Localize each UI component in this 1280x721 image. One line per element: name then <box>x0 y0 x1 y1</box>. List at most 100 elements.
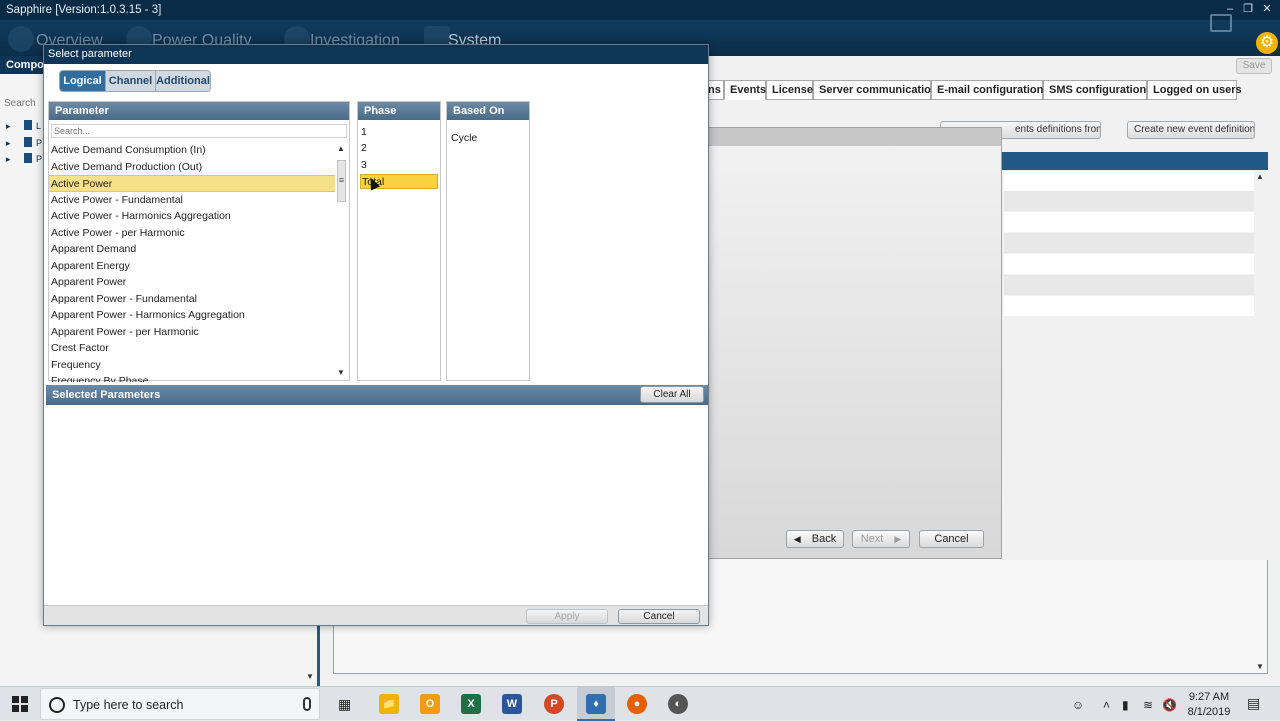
apply-button[interactable]: Apply <box>526 609 608 624</box>
word-icon[interactable]: W <box>502 694 522 714</box>
calendar-icon[interactable] <box>1210 14 1232 32</box>
tree-item[interactable]: P <box>36 138 42 148</box>
dialog-footer: Apply Cancel <box>44 605 708 625</box>
table-row[interactable] <box>1004 254 1254 274</box>
window-title: Sapphire [Version:1.0.3.15 - 3] <box>6 4 162 16</box>
windows-start-icon[interactable] <box>12 696 28 712</box>
sapphire-app-icon[interactable]: ♦ <box>586 694 606 714</box>
tab-events[interactable]: Events <box>724 80 766 100</box>
tree-expand-icon[interactable]: ▸ <box>6 138 11 149</box>
taskbar-search-box[interactable]: Type here to search <box>40 688 320 720</box>
list-item[interactable]: Apparent Energy <box>49 258 335 275</box>
tree-item[interactable]: P <box>36 154 42 164</box>
cancel-button[interactable]: Cancel <box>919 530 984 548</box>
cancel-button[interactable]: Cancel <box>618 609 700 624</box>
window-title-bar: Sapphire [Version:1.0.3.15 - 3] – ❐ ✕ <box>0 0 1280 20</box>
next-button[interactable]: Next ▶ <box>852 530 910 548</box>
tab-sms-configurations[interactable]: SMS configurations <box>1043 80 1152 100</box>
list-item[interactable]: Apparent Demand <box>49 241 335 258</box>
system-clock[interactable]: 9:27 AM 8/1/2019 <box>1180 690 1238 720</box>
list-item[interactable]: Active Demand Production (Out) <box>49 159 335 176</box>
list-item[interactable]: Active Power - Fundamental <box>49 192 335 209</box>
outlook-icon[interactable]: O <box>420 694 440 714</box>
tree-node-icon <box>24 137 32 147</box>
scroll-up-icon[interactable]: ▲ <box>1256 172 1264 181</box>
tab-license[interactable]: License <box>766 80 813 100</box>
battery-icon[interactable]: ▮ <box>1122 698 1129 712</box>
list-item[interactable]: Frequency <box>49 357 335 374</box>
gear-icon[interactable]: ⚙ <box>1256 32 1278 54</box>
selected-parameters-header: Selected Parameters <box>46 385 708 405</box>
based-on-item-cycle[interactable]: Cycle <box>451 132 477 144</box>
scroll-down-icon[interactable]: ▼ <box>306 672 314 681</box>
tab-email-configurations[interactable]: E-mail configurations <box>931 80 1049 100</box>
tree-expand-icon[interactable]: ▸ <box>6 154 11 165</box>
phase-item-1[interactable]: 1 <box>360 125 438 140</box>
clear-all-button[interactable]: Clear All <box>640 386 704 403</box>
list-item[interactable]: Crest Factor <box>49 340 335 357</box>
table-row[interactable] <box>1004 171 1254 191</box>
event-wizard-dialog: ◀ Back Next ▶ Cancel <box>708 127 1002 559</box>
tree-node-icon <box>24 153 32 163</box>
scroll-up-icon[interactable]: ▲ <box>337 144 345 153</box>
wifi-icon[interactable]: ≋ <box>1143 698 1153 712</box>
scroll-thumb[interactable]: ≡ <box>337 160 346 202</box>
taskbar-search-placeholder: Type here to search <box>73 698 184 712</box>
phase-item-3[interactable]: 3 <box>360 158 438 173</box>
tab-logged-on-users[interactable]: Logged on users <box>1147 80 1242 100</box>
parameter-column: Parameter Active Demand Consumption (In)… <box>48 101 350 382</box>
parameter-scrollbar[interactable]: ▲ ≡ ▼ <box>336 142 348 380</box>
scroll-down-icon[interactable]: ▼ <box>337 368 345 377</box>
people-icon[interactable]: ☺ <box>1072 698 1084 712</box>
list-item[interactable]: Frequency By Phase <box>49 373 335 382</box>
tab-server-communication[interactable]: Server communication <box>813 80 938 100</box>
tree-expand-icon[interactable]: ▸ <box>6 121 11 132</box>
dialog-title: Select parameter <box>44 45 708 64</box>
powerpoint-icon[interactable]: P <box>544 694 564 714</box>
parameter-search-input[interactable] <box>51 124 347 138</box>
save-button[interactable]: Save <box>1236 58 1272 74</box>
media-app-icon[interactable]: ◐ <box>668 694 688 714</box>
based-on-column: Based On Cycle <box>446 101 530 381</box>
tree-item[interactable]: L <box>36 121 41 131</box>
phase-item-2[interactable]: 2 <box>360 141 438 156</box>
tree-search[interactable]: Search <box>4 98 36 109</box>
firefox-icon[interactable]: ● <box>627 694 647 714</box>
select-parameter-dialog: Select parameter Logical Channel Additio… <box>43 44 709 626</box>
show-hidden-icons-icon[interactable]: ˄ <box>1103 698 1110 712</box>
tab-logical[interactable]: Logical <box>60 71 106 91</box>
cortana-icon <box>49 697 65 713</box>
list-item-selected[interactable]: Active Power <box>49 175 335 192</box>
list-item[interactable]: Active Power - per Harmonic <box>49 225 335 242</box>
tab-channel[interactable]: Channel <box>106 71 156 91</box>
scroll-down-icon[interactable]: ▼ <box>1256 662 1264 671</box>
list-item[interactable]: Active Power - Harmonics Aggregation <box>49 208 335 225</box>
table-row[interactable] <box>1004 212 1254 232</box>
file-explorer-icon[interactable]: 📁 <box>379 694 399 714</box>
close-icon[interactable]: ✕ <box>1259 2 1275 16</box>
excel-icon[interactable]: X <box>461 694 481 714</box>
parameter-type-tabs: Logical Channel Additional <box>59 70 211 92</box>
volume-muted-icon[interactable]: 🔇 <box>1162 698 1177 712</box>
phase-column-header: Phase <box>358 102 440 120</box>
table-row[interactable] <box>1004 233 1254 253</box>
tree-node-icon <box>24 120 32 130</box>
list-item[interactable]: Apparent Power - Fundamental <box>49 291 335 308</box>
task-view-icon[interactable]: ▦ <box>338 696 351 713</box>
list-item[interactable]: Apparent Power - per Harmonic <box>49 324 335 341</box>
list-item[interactable]: Active Demand Consumption (In) <box>49 142 335 159</box>
create-event-definitions-button[interactable]: Create new event definitions <box>1127 121 1255 139</box>
microphone-icon[interactable] <box>303 697 311 711</box>
notifications-icon[interactable]: ▤ <box>1247 695 1260 712</box>
windows-taskbar: Type here to search ▦ 📁 O X W P ♦ ● ◐ ☺ … <box>0 686 1280 721</box>
tab-additional[interactable]: Additional <box>156 71 210 91</box>
parameter-list: Active Demand Consumption (In) Active De… <box>49 142 335 382</box>
back-button[interactable]: ◀ Back <box>786 530 844 548</box>
table-row[interactable] <box>1004 191 1254 211</box>
list-item[interactable]: Apparent Power <box>49 274 335 291</box>
list-item[interactable]: Apparent Power - Harmonics Aggregation <box>49 307 335 324</box>
table-row[interactable] <box>1004 275 1254 295</box>
phase-column: Phase 1 2 3 Total <box>357 101 441 381</box>
table-row[interactable] <box>1004 296 1254 316</box>
restore-icon[interactable]: ❐ <box>1240 2 1256 16</box>
